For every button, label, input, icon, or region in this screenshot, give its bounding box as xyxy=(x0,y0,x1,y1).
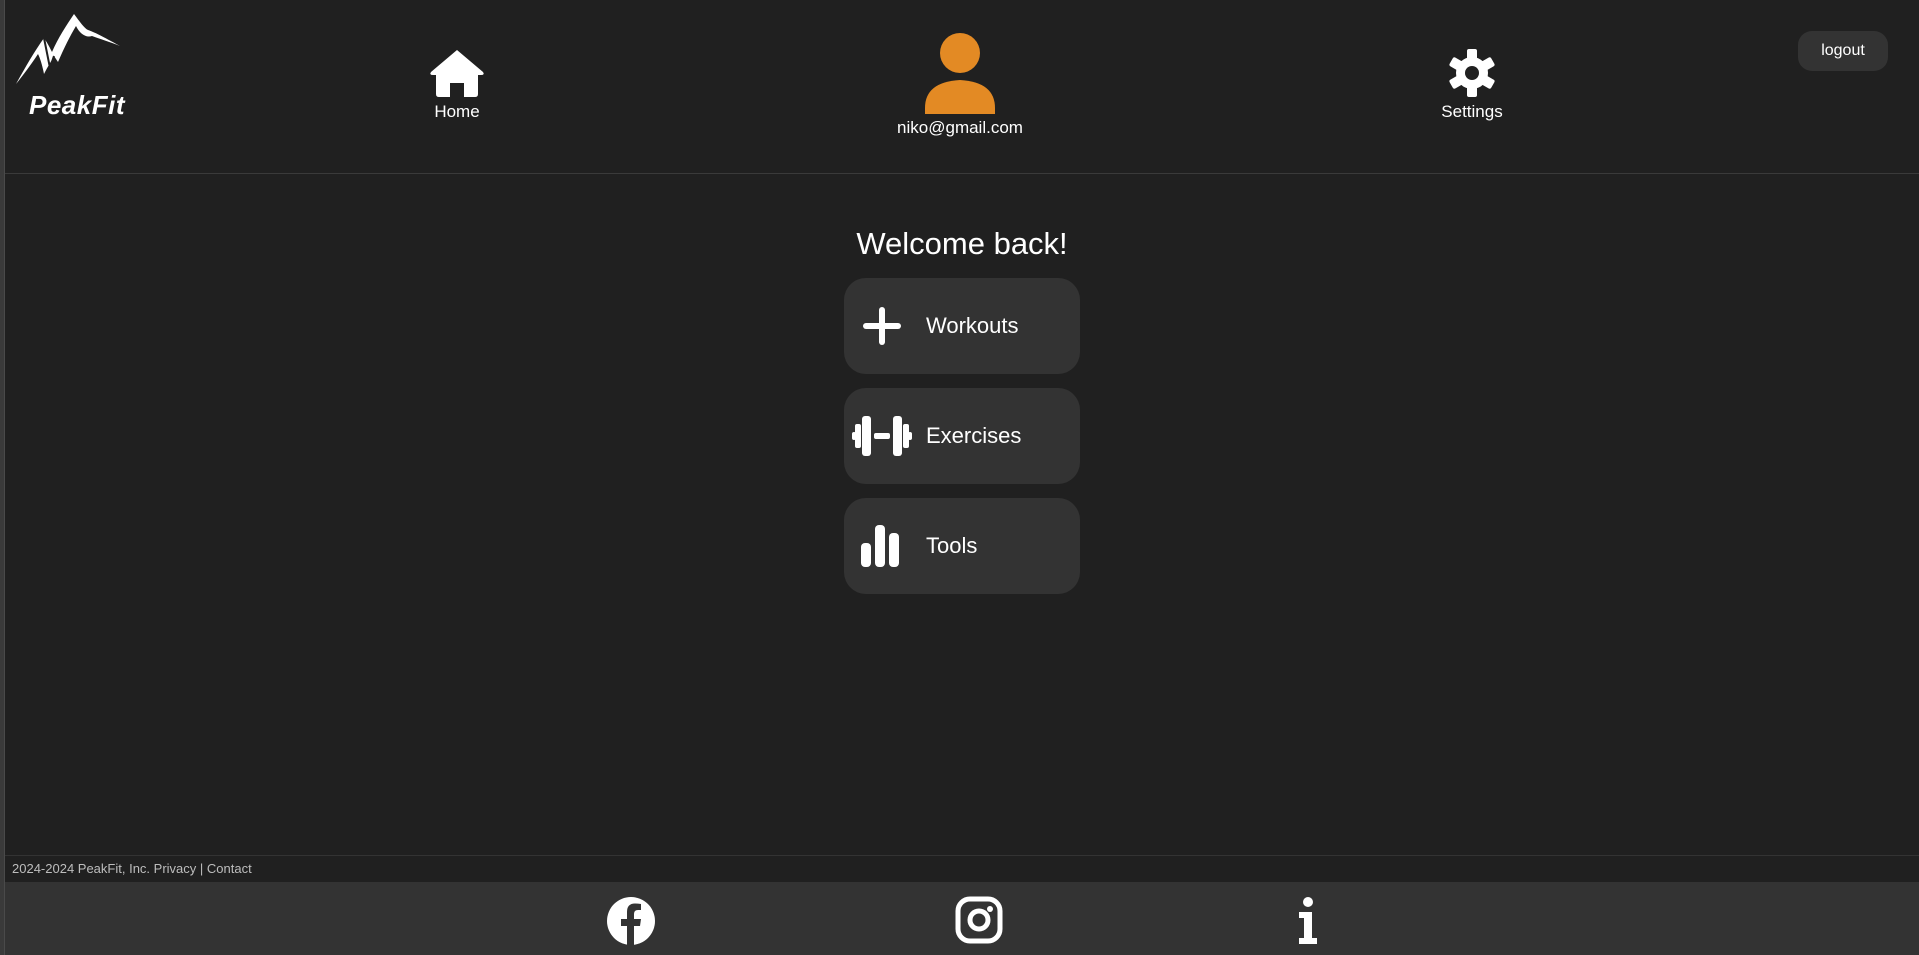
privacy-link[interactable]: Privacy xyxy=(154,861,197,876)
user-avatar-icon xyxy=(925,33,995,114)
footer-separator: | xyxy=(199,861,204,876)
plus-icon xyxy=(852,296,912,356)
tools-card[interactable]: Tools xyxy=(844,498,1080,594)
exercises-card[interactable]: Exercises xyxy=(844,388,1080,484)
copyright-text: 2024-2024 PeakFit, Inc. xyxy=(12,861,151,876)
welcome-heading: Welcome back! xyxy=(856,226,1068,261)
nav-home[interactable]: Home xyxy=(417,48,497,122)
footer: 2024-2024 PeakFit, Inc. Privacy | Contac… xyxy=(5,855,1919,882)
main-content: Welcome back! Workouts Exercises Tools xyxy=(5,174,1919,854)
header: PeakFit Home niko@gmail.com Settings log… xyxy=(5,0,1919,174)
footer-text: 2024-2024 PeakFit, Inc. Privacy | Contac… xyxy=(12,861,252,876)
exercises-label: Exercises xyxy=(926,423,1022,448)
app-frame: PeakFit Home niko@gmail.com Settings log… xyxy=(4,0,1919,955)
instagram-icon[interactable] xyxy=(955,896,1003,949)
info-icon[interactable] xyxy=(1293,896,1323,951)
nav-home-label: Home xyxy=(434,102,480,121)
home-icon xyxy=(430,50,484,97)
nav-settings-label: Settings xyxy=(1441,102,1503,121)
dumbbell-icon xyxy=(852,406,912,466)
bar-chart-icon xyxy=(852,516,912,576)
tools-label: Tools xyxy=(926,533,978,558)
gear-icon xyxy=(1449,49,1495,97)
facebook-icon[interactable] xyxy=(606,896,656,951)
nav-profile[interactable]: niko@gmail.com xyxy=(885,32,1035,138)
mountain-logo-icon xyxy=(16,14,120,84)
logout-button[interactable]: logout xyxy=(1798,31,1888,71)
logo[interactable]: PeakFit xyxy=(14,8,125,120)
user-email: niko@gmail.com xyxy=(897,118,1023,137)
workouts-label: Workouts xyxy=(926,313,1019,338)
social-bar xyxy=(5,882,1919,955)
workouts-card[interactable]: Workouts xyxy=(844,278,1080,374)
logo-text: PeakFit xyxy=(29,90,125,120)
contact-link[interactable]: Contact xyxy=(207,861,252,876)
nav-settings[interactable]: Settings xyxy=(1429,48,1515,122)
